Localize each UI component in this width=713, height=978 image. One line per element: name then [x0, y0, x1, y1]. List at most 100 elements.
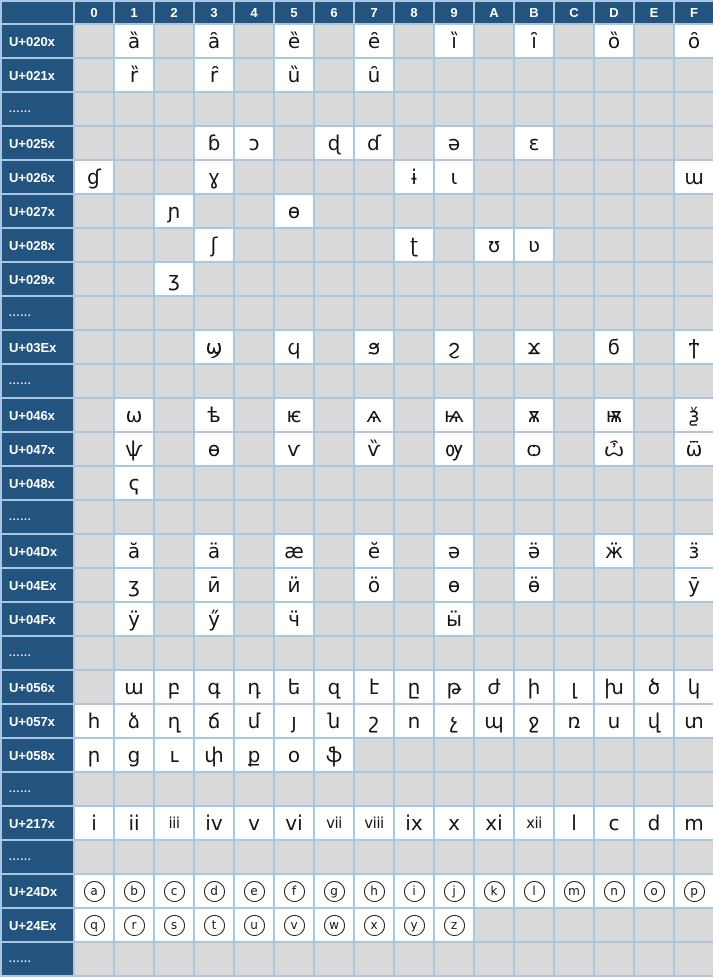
empty-cell [634, 908, 674, 942]
char-cell: v [234, 806, 274, 840]
empty-cell [234, 568, 274, 602]
empty-cell [434, 58, 474, 92]
empty-cell [234, 160, 274, 194]
empty-cell [634, 534, 674, 568]
char-glyph: b [124, 881, 145, 902]
char-cell: ѹ [434, 432, 474, 466]
char-cell: ӯ [674, 568, 713, 602]
char-glyph: a [84, 881, 105, 902]
empty-cell [354, 92, 394, 126]
empty-cell [474, 92, 514, 126]
empty-cell [514, 772, 554, 806]
empty-cell [354, 738, 394, 772]
column-header-4: 4 [234, 1, 274, 24]
char-glyph: ѫ [528, 403, 540, 427]
char-cell: n [594, 874, 634, 908]
row-header-u-217x: U+217x [1, 806, 74, 840]
empty-cell [154, 772, 194, 806]
char-cell: ȓ [194, 58, 234, 92]
empty-cell [474, 738, 514, 772]
empty-cell [474, 330, 514, 364]
char-glyph: ժ [487, 675, 500, 699]
char-glyph: ց [128, 743, 141, 767]
char-glyph: ȉ [451, 29, 457, 53]
char-cell: ȏ [674, 24, 713, 58]
char-cell: ɗ [354, 126, 394, 160]
empty-cell [114, 840, 154, 874]
char-cell: c [154, 874, 194, 908]
ellipsis-row: ...... [1, 636, 713, 670]
row-header-ellipsis: ...... [1, 364, 74, 398]
empty-cell [114, 194, 154, 228]
char-cell: xii [514, 806, 554, 840]
empty-cell [634, 24, 674, 58]
char-glyph: ȅ [288, 29, 300, 53]
char-cell: ѩ [434, 398, 474, 432]
char-glyph: ռ [568, 709, 581, 733]
empty-cell [554, 772, 594, 806]
char-glyph: փ [204, 743, 223, 767]
empty-cell [594, 160, 634, 194]
empty-cell [314, 602, 354, 636]
empty-cell [234, 296, 274, 330]
char-glyph: ʈ [410, 233, 418, 257]
empty-cell [474, 772, 514, 806]
char-glyph: է [369, 675, 379, 699]
empty-cell [314, 840, 354, 874]
empty-cell [234, 840, 274, 874]
codepoint-row: U+058xրցւփքօֆ [1, 738, 713, 772]
empty-cell [274, 772, 314, 806]
char-glyph: ɠ [87, 165, 101, 189]
row-header-ellipsis: ...... [1, 500, 74, 534]
empty-cell [234, 58, 274, 92]
char-glyph: ս [608, 709, 621, 733]
char-glyph: iv [205, 811, 222, 835]
empty-cell [154, 58, 194, 92]
empty-cell [634, 602, 674, 636]
empty-cell [194, 194, 234, 228]
empty-cell [74, 330, 114, 364]
char-cell: f [274, 874, 314, 908]
column-header-0: 0 [74, 1, 114, 24]
char-glyph: թ [447, 675, 462, 699]
empty-cell [354, 194, 394, 228]
empty-cell [274, 296, 314, 330]
empty-cell [74, 466, 114, 500]
empty-cell [594, 840, 634, 874]
char-cell: vii [314, 806, 354, 840]
char-glyph: ӫ [528, 573, 540, 597]
empty-cell [634, 738, 674, 772]
empty-cell [434, 738, 474, 772]
corner-cell [1, 1, 74, 24]
char-glyph: u [244, 915, 265, 936]
char-cell: z [434, 908, 474, 942]
empty-cell [234, 636, 274, 670]
empty-cell [474, 160, 514, 194]
char-glyph: ȕ [288, 63, 301, 87]
empty-cell [154, 840, 194, 874]
empty-cell [594, 364, 634, 398]
empty-cell [274, 126, 314, 160]
empty-cell [74, 194, 114, 228]
row-header-u-047x: U+047x [1, 432, 74, 466]
empty-cell [634, 160, 674, 194]
char-cell: r [114, 908, 154, 942]
empty-cell [594, 738, 634, 772]
char-cell: ѣ [194, 398, 234, 432]
empty-cell [114, 942, 154, 976]
char-glyph: ծ [648, 675, 660, 699]
empty-cell [234, 194, 274, 228]
header-row: 0123456789ABCDEF [1, 1, 713, 24]
codepoint-row: U+04Dxӑӓӕӗәӛӝӟ [1, 534, 713, 568]
empty-cell [314, 296, 354, 330]
empty-cell [114, 92, 154, 126]
empty-cell [474, 126, 514, 160]
empty-cell [314, 364, 354, 398]
column-header-E: E [634, 1, 674, 24]
empty-cell [314, 194, 354, 228]
char-cell: ѡ [114, 398, 154, 432]
empty-cell [634, 772, 674, 806]
empty-cell [194, 466, 234, 500]
char-cell: ȋ [514, 24, 554, 58]
empty-cell [674, 296, 713, 330]
